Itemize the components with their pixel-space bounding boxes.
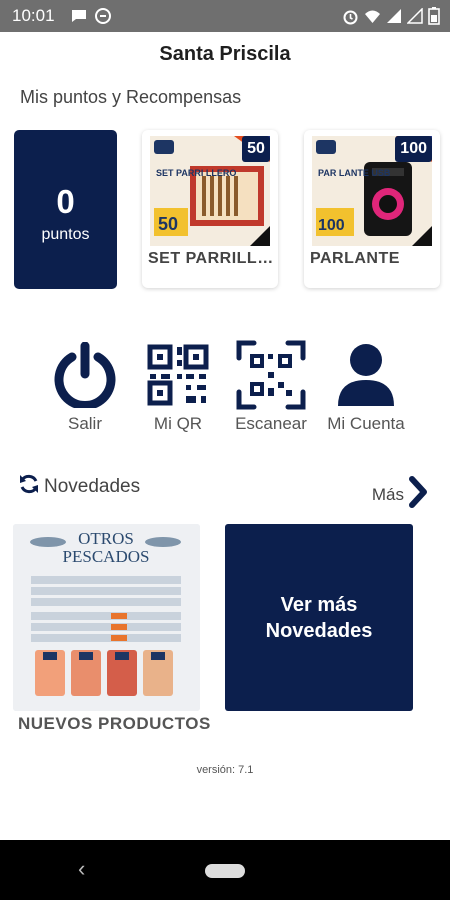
reward-name: SET PARRILLE..: [148, 250, 274, 267]
reward-image-text: SET PARRI LLERO: [156, 168, 236, 178]
logout-button[interactable]: Salir: [40, 340, 130, 434]
see-more-news-button[interactable]: Ver más Novedades: [225, 524, 413, 711]
reward-image-text: PAR LANTE USB: [318, 168, 391, 178]
my-qr-button[interactable]: Mi QR: [133, 340, 223, 434]
app-title: Santa Priscila: [159, 43, 291, 65]
signal-icon: [386, 8, 402, 24]
points-value: 0: [56, 183, 75, 220]
user-icon: [321, 340, 411, 410]
news-image-heading-2: PESCADOS: [63, 547, 150, 566]
reward-points-badge: 100: [395, 136, 432, 162]
battery-icon: [428, 7, 440, 25]
my-qr-label: Mi QR: [153, 414, 203, 433]
reward-points-badge: 50: [242, 136, 270, 162]
scan-icon: [226, 340, 316, 410]
status-time: 10:01: [12, 6, 55, 25]
reward-card-parlante[interactable]: PAR LANTE USB 100 100 PARLANTE: [304, 130, 440, 288]
qr-icon: [133, 340, 223, 410]
signal-2-icon: [407, 8, 423, 24]
news-image: OTROS PESCADOS: [13, 524, 200, 711]
system-nav-bar: ‹: [0, 840, 450, 900]
news-title: NUEVOS PRODUCTOS: [18, 714, 211, 733]
more-label: Más: [371, 484, 404, 504]
app-notification-icon: [94, 7, 112, 25]
refresh-icon[interactable]: [18, 473, 40, 501]
see-more-line1: Ver más: [280, 593, 358, 616]
points-card[interactable]: 0 puntos: [14, 130, 117, 289]
more-news-link[interactable]: Más: [372, 475, 430, 514]
message-icon: [70, 7, 88, 25]
reward-name: PARLANTE: [310, 250, 400, 267]
reward-image-points: 100: [318, 217, 345, 234]
my-account-label: Mi Cuenta: [327, 414, 405, 433]
rewards-section-title: Mis puntos y Recompensas: [20, 87, 242, 107]
chevron-right-icon: [406, 475, 430, 514]
news-card-nuevos-productos[interactable]: OTROS PESCADOS: [13, 524, 200, 711]
see-more-line2: Novedades: [265, 619, 373, 642]
scan-button[interactable]: Escanear: [226, 340, 316, 434]
power-icon: [40, 340, 130, 410]
status-bar: 10:01: [0, 0, 450, 32]
home-pill-icon[interactable]: [205, 864, 245, 878]
points-label: puntos: [41, 226, 90, 243]
reward-image-points: 50: [158, 214, 178, 234]
wifi-icon: [364, 8, 381, 25]
news-section-title: Novedades: [44, 476, 141, 497]
logout-label: Salir: [67, 414, 102, 433]
back-icon[interactable]: ‹: [78, 856, 85, 882]
scan-label: Escanear: [235, 414, 307, 433]
reward-card-set-parrillero[interactable]: SET PARRI LLERO 50 50 SET PARRILLE..: [142, 130, 278, 288]
news-image-heading-1: OTROS: [78, 529, 134, 548]
version-label: versión: 7.1: [196, 764, 254, 776]
my-account-button[interactable]: Mi Cuenta: [321, 340, 411, 434]
news-section-header: Novedades: [18, 473, 140, 501]
alarm-icon: [342, 8, 359, 25]
